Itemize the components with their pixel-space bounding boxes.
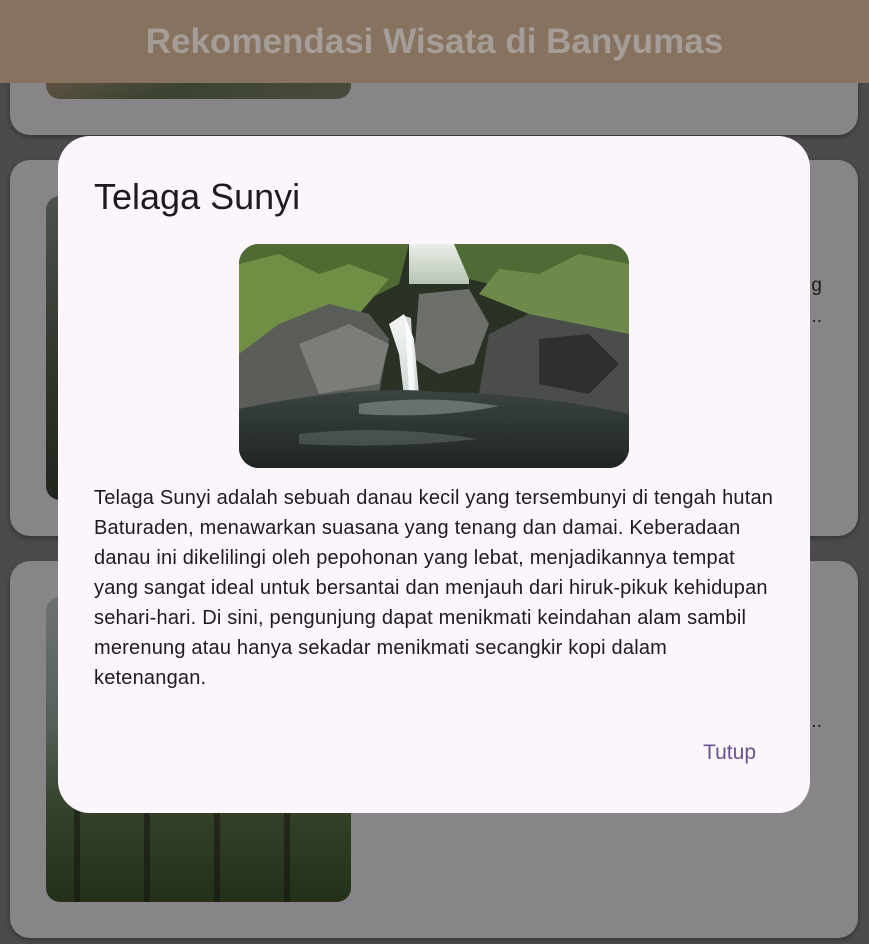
dialog-description: Telaga Sunyi adalah sebuah danau kecil y… (94, 487, 774, 689)
dialog-title: Telaga Sunyi (94, 176, 301, 217)
close-button[interactable]: Tutup (691, 737, 768, 769)
dialog-image (239, 244, 629, 468)
detail-dialog: Telaga Sunyi Telaga Sunyi adalah sebuah … (58, 136, 810, 813)
